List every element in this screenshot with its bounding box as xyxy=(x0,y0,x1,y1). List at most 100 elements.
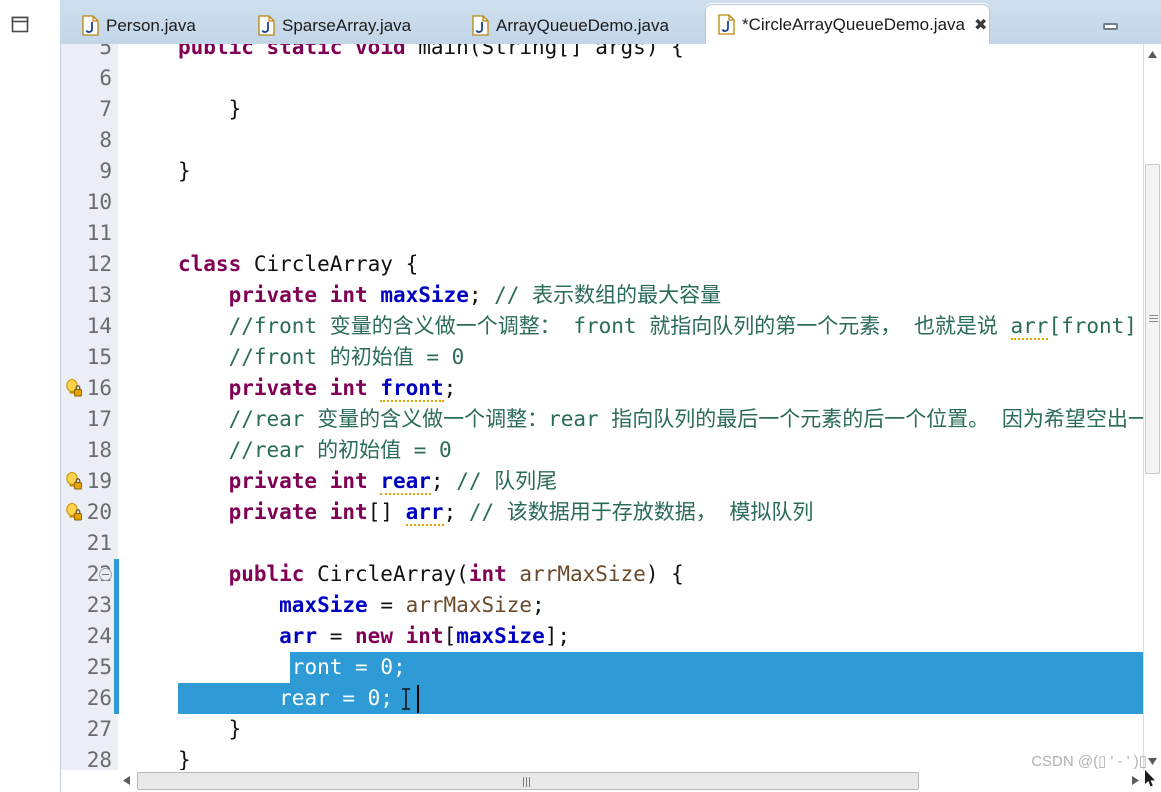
editor-tab-4[interactable]: *CircleArrayQueueDemo.java ✖ xyxy=(705,4,990,44)
line-number: 15 xyxy=(61,342,118,373)
code-line[interactable]: 16 private int front; xyxy=(61,373,1161,404)
fold-collapse-icon[interactable] xyxy=(99,568,112,581)
code-text[interactable]: arr = new int[maxSize]; xyxy=(178,621,570,652)
code-token: static xyxy=(266,44,343,59)
code-line[interactable]: 18 //rear 的初始值 = 0 xyxy=(61,435,1161,466)
code-token: 0 xyxy=(367,686,381,710)
view-menu-icon[interactable] xyxy=(5,12,35,38)
code-token: front xyxy=(279,655,343,679)
code-text[interactable]: //rear 变量的含义做一个调整：rear 指向队列的最后一个元素的后一个位置… xyxy=(178,404,1149,435)
code-text[interactable]: //front 的初始值 = 0 xyxy=(178,342,465,373)
editor-tab-3[interactable]: ArrayQueueDemo.java xyxy=(460,6,695,44)
code-token: int xyxy=(405,624,444,648)
code-text[interactable]: //front 变量的含义做一个调整： front 就指向队列的第一个元素， 也… xyxy=(178,311,1137,342)
code-token: ; xyxy=(443,376,457,400)
mouse-pointer-icon xyxy=(1145,770,1157,788)
code-text[interactable]: front = 0; xyxy=(178,652,405,683)
scroll-left-icon[interactable] xyxy=(118,772,135,789)
change-bar xyxy=(114,559,119,590)
code-text[interactable]: private int[] arr; // 该数据用于存放数据， 模拟队列 xyxy=(178,497,813,528)
code-line[interactable]: 25 front = 0; xyxy=(61,652,1161,683)
code-token: 0 xyxy=(380,655,393,679)
code-line[interactable]: 24 arr = new int[maxSize]; xyxy=(61,621,1161,652)
line-number: 7 xyxy=(61,94,118,125)
code-text[interactable]: rear = 0; xyxy=(178,683,393,714)
line-number: 27 xyxy=(61,714,118,745)
code-line[interactable]: 21 xyxy=(61,528,1161,559)
code-text[interactable]: private int rear; // 队列尾 xyxy=(178,466,557,497)
code-text[interactable]: class CircleArray { xyxy=(178,249,418,280)
code-line[interactable]: 11 xyxy=(61,218,1161,249)
code-line[interactable]: 7 } xyxy=(61,94,1161,125)
code-line[interactable]: 17 //rear 变量的含义做一个调整：rear 指向队列的最后一个元素的后一… xyxy=(61,404,1161,435)
horizontal-scrollbar[interactable] xyxy=(118,770,1144,792)
code-line[interactable]: 13 private int maxSize; // 表示数组的最大容量 xyxy=(61,280,1161,311)
code-token: CircleArray( xyxy=(304,562,469,586)
line-number: 9 xyxy=(61,156,118,187)
code-line[interactable]: 15 //front 的初始值 = 0 xyxy=(61,342,1161,373)
code-token: ; xyxy=(380,686,393,710)
editor-tab-2[interactable]: SparseArray.java xyxy=(246,6,451,44)
horizontal-scrollbar-thumb[interactable] xyxy=(137,772,919,790)
code-line[interactable]: 22 public CircleArray(int arrMaxSize) { xyxy=(61,559,1161,590)
code-token: } xyxy=(178,97,242,121)
code-line[interactable]: 6 xyxy=(61,63,1161,94)
minimize-button[interactable] xyxy=(1099,14,1121,30)
editor-tab-1[interactable]: Person.java xyxy=(70,6,238,44)
scroll-up-icon[interactable] xyxy=(1144,46,1161,63)
code-token: maxSize xyxy=(380,283,469,307)
code-text[interactable]: public static void main(String[] args) { xyxy=(178,44,684,63)
code-line[interactable]: 10 xyxy=(61,187,1161,218)
code-token: [ xyxy=(443,624,457,648)
warning-lock-icon[interactable] xyxy=(64,378,84,398)
line-number: 25 xyxy=(61,652,118,683)
code-token: rear xyxy=(279,686,330,710)
code-text[interactable]: //rear 的初始值 = 0 xyxy=(178,435,452,466)
eclipse-editor-window: Person.java SparseArray.java ArrayQueueDem… xyxy=(0,0,1161,792)
code-line[interactable]: 23 maxSize = arrMaxSize; xyxy=(61,590,1161,621)
warning-lock-icon[interactable] xyxy=(64,502,84,522)
code-line[interactable]: 5 public static void main(String[] args) … xyxy=(61,44,1161,63)
code-token: = xyxy=(367,593,406,617)
code-token: //front 的初始值 = 0 xyxy=(228,345,465,369)
close-icon[interactable]: ✖ xyxy=(974,16,987,33)
vertical-thumb-grip xyxy=(1149,315,1158,322)
code-line[interactable]: 20 private int[] arr; // 该数据用于存放数据， 模拟队列 xyxy=(61,497,1161,528)
code-token: ) { xyxy=(645,562,684,586)
code-text[interactable]: maxSize = arrMaxSize; xyxy=(178,590,545,621)
code-text[interactable]: } xyxy=(178,94,242,125)
code-token: //front 变量的含义做一个调整： front 就指向队列的第一个元素， 也… xyxy=(228,314,1011,338)
warning-lock-icon[interactable] xyxy=(64,471,84,491)
code-token: new xyxy=(355,624,393,648)
code-line[interactable]: 14 //front 变量的含义做一个调整： front 就指向队列的第一个元素… xyxy=(61,311,1161,342)
code-token: int xyxy=(468,562,507,586)
code-line[interactable]: 26 rear = 0; xyxy=(61,683,1161,714)
vertical-scrollbar[interactable] xyxy=(1143,44,1161,792)
editor-tab-label: ArrayQueueDemo.java xyxy=(496,15,669,35)
java-source-editor[interactable]: 5 public static void main(String[] args) … xyxy=(60,44,1161,792)
code-text[interactable]: } xyxy=(178,156,191,187)
code-token: //rear 变量的含义做一个调整：rear 指向队列的最后一个元素的后一个位置… xyxy=(228,407,1149,431)
code-token: int xyxy=(329,500,368,524)
code-text[interactable]: private int maxSize; // 表示数组的最大容量 xyxy=(178,280,722,311)
code-text[interactable]: public CircleArray(int arrMaxSize) { xyxy=(178,559,684,590)
code-line[interactable]: 19 private int rear; // 队列尾 xyxy=(61,466,1161,497)
code-line[interactable]: 12 class CircleArray { xyxy=(61,249,1161,280)
vertical-scrollbar-thumb[interactable] xyxy=(1145,164,1160,474)
code-token: } xyxy=(178,748,191,772)
code-line[interactable]: 8 xyxy=(61,125,1161,156)
line-number: 12 xyxy=(61,249,118,280)
code-token: = xyxy=(342,655,381,679)
code-text[interactable]: } xyxy=(178,714,242,745)
code-line[interactable]: 27 } xyxy=(61,714,1161,745)
code-token: maxSize xyxy=(456,624,545,648)
code-line[interactable]: 9} xyxy=(61,156,1161,187)
code-token: String xyxy=(481,44,558,59)
scroll-right-icon[interactable] xyxy=(1127,772,1144,789)
code-text[interactable]: private int front; xyxy=(178,373,456,404)
